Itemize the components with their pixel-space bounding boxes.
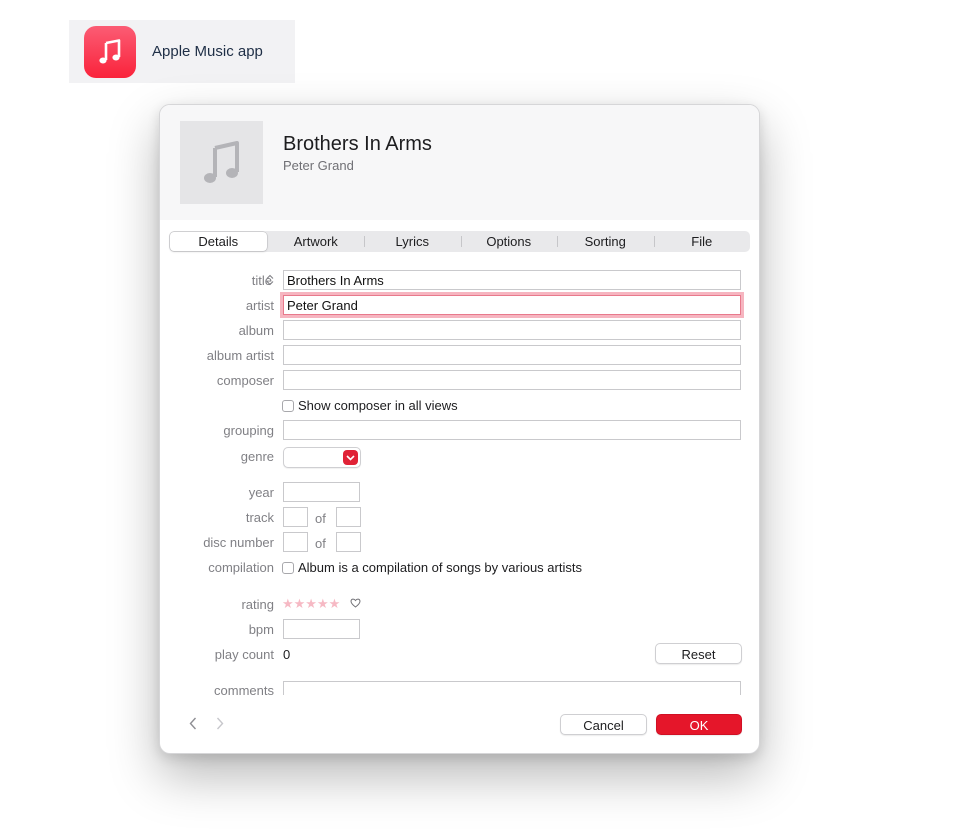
ok-button[interactable]: OK [656,714,742,735]
artist-field[interactable] [283,295,741,315]
chevron-down-icon [343,450,358,465]
reset-button[interactable]: Reset [655,643,742,664]
dialog-header: Brothers In Arms Peter Grand [160,105,759,220]
next-arrow-icon[interactable] [216,717,224,730]
previous-arrow-icon[interactable] [189,717,197,730]
disc-number-field[interactable] [283,532,308,552]
album-artist-field[interactable] [283,345,741,365]
composer-label: composer [216,373,274,388]
app-badge-label: Apple Music app [152,43,263,60]
genre-label: genre [240,449,274,464]
tab-lyrics[interactable]: Lyrics [364,231,461,252]
tab-options[interactable]: Options [460,231,558,252]
genre-popup[interactable] [283,447,361,468]
tab-sorting[interactable]: Sorting [557,231,654,252]
title-field[interactable] [283,270,741,290]
cancel-button[interactable]: Cancel [560,714,647,735]
song-title: Brothers In Arms [283,133,432,155]
show-composer-label: Show composer in all views [298,398,458,413]
app-badge: Apple Music app [69,20,295,83]
song-info-dialog: Brothers In Arms Peter Grand Details Art… [159,104,760,754]
comments-label: comments [214,683,274,695]
compilation-text: Album is a compilation of songs by vario… [298,560,582,575]
track-of-label: of [315,511,326,526]
disc-of-label: of [315,536,326,551]
bpm-field[interactable] [283,619,360,639]
show-composer-checkbox[interactable] [282,400,294,412]
disc-number-label: disc number [203,535,274,550]
sort-stepper-icon[interactable] [266,274,274,286]
rating-label: rating [241,597,274,612]
artwork-placeholder[interactable] [180,121,263,204]
compilation-label: compilation [208,560,274,575]
heart-icon[interactable] [350,598,361,608]
rating-stars[interactable]: ★★★★★ [282,596,340,612]
song-artist: Peter Grand [283,158,354,173]
artist-label: artist [245,298,274,313]
music-note-icon [203,140,239,183]
year-field[interactable] [283,482,360,502]
track-label: track [245,510,274,525]
tab-details[interactable]: Details [170,232,267,251]
track-number-field[interactable] [283,507,308,527]
album-artist-label: album artist [206,348,274,363]
year-label: year [248,485,274,500]
track-count-field[interactable] [336,507,361,527]
play-count-label: play count [214,647,274,662]
compilation-checkbox[interactable] [282,562,294,574]
album-field[interactable] [283,320,741,340]
grouping-field[interactable] [283,420,741,440]
album-label: album [238,323,274,338]
play-count-value: 0 [283,647,291,662]
bpm-label: bpm [248,622,274,637]
tab-file[interactable]: File [653,231,751,252]
composer-field[interactable] [283,370,741,390]
comments-field[interactable] [283,681,741,695]
music-note-icon [84,25,136,78]
tab-artwork[interactable]: Artwork [268,231,365,252]
tab-bar: Details Artwork Lyrics Options Sorting F… [169,231,750,252]
comments-row: comments [160,675,759,695]
grouping-label: grouping [223,423,274,438]
disc-count-field[interactable] [336,532,361,552]
